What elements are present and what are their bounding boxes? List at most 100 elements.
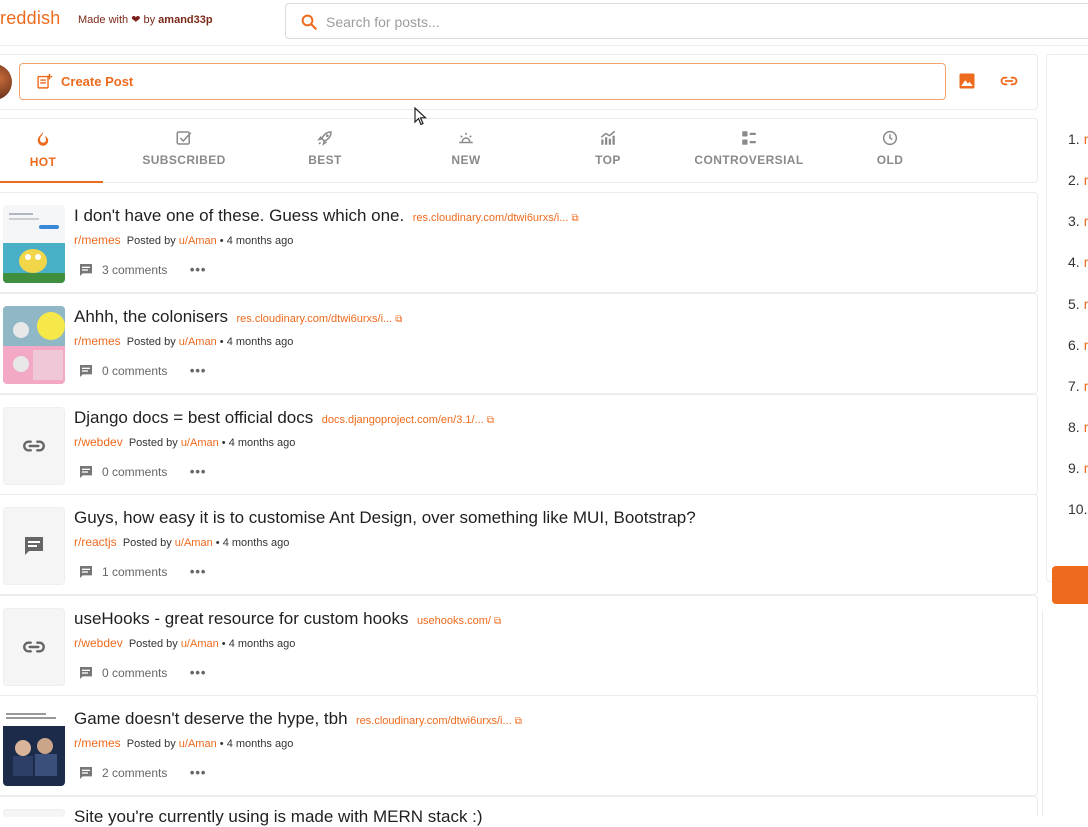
- comments-button[interactable]: 3 comments: [78, 262, 167, 278]
- tab-subscribed[interactable]: SUBSCRIBED: [124, 119, 244, 183]
- tab-top[interactable]: TOP: [548, 119, 668, 183]
- subreddit-link[interactable]: r/webdev: [74, 636, 123, 650]
- post-title[interactable]: Game doesn't deserve the hype, tbh: [74, 709, 348, 728]
- rank-subreddit: r: [1083, 254, 1088, 270]
- comment-icon: [80, 264, 92, 276]
- create-post-button[interactable]: Create Post: [19, 63, 946, 100]
- post-thumbnail[interactable]: [3, 608, 65, 686]
- user-link[interactable]: u/Aman: [179, 738, 217, 750]
- post-title[interactable]: I don't have one of these. Guess which o…: [74, 206, 404, 225]
- post-link-text: docs.djangoproject.com/en/3.1/...: [321, 414, 484, 426]
- image-post-button[interactable]: [957, 71, 977, 91]
- post-title[interactable]: Ahhh, the colonisers: [74, 307, 228, 326]
- meme-image-icon: [3, 708, 65, 786]
- rank-item[interactable]: 9. r: [1068, 460, 1088, 476]
- post-card[interactable]: Ahhh, the colonisers res.cloudinary.com/…: [0, 293, 1038, 394]
- link-icon: [23, 641, 45, 653]
- post-title[interactable]: useHooks - great resource for custom hoo…: [74, 609, 408, 628]
- post-card[interactable]: I don't have one of these. Guess which o…: [0, 192, 1038, 293]
- image-icon: [959, 73, 975, 89]
- more-options-icon[interactable]: •••: [190, 363, 207, 378]
- post-card[interactable]: Site you're currently using is made with…: [0, 796, 1038, 826]
- post-title[interactable]: Django docs = best official docs: [74, 408, 313, 427]
- post-thumbnail[interactable]: [3, 205, 65, 283]
- made-with-credit: Made with ❤ by amand33p: [78, 13, 213, 26]
- rank-item[interactable]: 10.: [1068, 501, 1087, 517]
- post-thumbnail[interactable]: [3, 708, 65, 786]
- author-link[interactable]: amand33p: [158, 14, 212, 26]
- meme-image-icon: [3, 205, 65, 283]
- external-link-icon: ⧉: [395, 314, 403, 325]
- rank-item[interactable]: 6. r: [1068, 337, 1088, 353]
- post-card[interactable]: useHooks - great resource for custom hoo…: [0, 595, 1038, 696]
- post-link[interactable]: res.cloudinary.com/dtwi6urxs/i... ⧉: [413, 212, 579, 224]
- comments-button[interactable]: 0 comments: [78, 363, 167, 379]
- rank-item[interactable]: 5. r: [1068, 296, 1088, 312]
- post-time: 4 months ago: [228, 638, 296, 650]
- sidebar-action-button[interactable]: [1052, 566, 1088, 604]
- link-post-button[interactable]: [998, 71, 1022, 91]
- external-link-icon: ⧉: [514, 716, 522, 727]
- post-title[interactable]: Guys, how easy it is to customise Ant De…: [74, 508, 696, 527]
- post-title-row: Game doesn't deserve the hype, tbh res.c…: [74, 709, 522, 729]
- rank-item[interactable]: 1. r: [1068, 131, 1088, 147]
- comment-icon: [80, 466, 92, 478]
- comments-button[interactable]: 1 comments: [78, 564, 167, 580]
- post-time: 4 months ago: [226, 235, 294, 247]
- rank-item[interactable]: 4. r: [1068, 254, 1088, 270]
- comments-button[interactable]: 0 comments: [78, 665, 167, 681]
- post-title-row: Django docs = best official docs docs.dj…: [74, 408, 494, 428]
- search-bar[interactable]: [285, 3, 1088, 39]
- rank-item[interactable]: 3. r: [1068, 213, 1088, 229]
- post-card[interactable]: Django docs = best official docs docs.dj…: [0, 394, 1038, 495]
- more-options-icon[interactable]: •••: [190, 765, 207, 780]
- post-card[interactable]: Guys, how easy it is to customise Ant De…: [0, 494, 1038, 595]
- tab-new[interactable]: NEW: [406, 119, 526, 183]
- subreddit-link[interactable]: r/reactjs: [74, 535, 117, 549]
- rank-subreddit: r: [1083, 172, 1088, 188]
- rank-item[interactable]: 2. r: [1068, 172, 1088, 188]
- message-icon: [25, 537, 43, 555]
- meme-image-icon: [3, 306, 65, 384]
- more-options-icon[interactable]: •••: [190, 564, 207, 579]
- subreddit-link[interactable]: r/memes: [74, 334, 121, 348]
- user-link[interactable]: u/Aman: [181, 437, 219, 449]
- tab-best[interactable]: BEST: [265, 119, 385, 183]
- user-link[interactable]: u/Aman: [181, 638, 219, 650]
- rank-item[interactable]: 8. r: [1068, 419, 1088, 435]
- comments-count: 0 comments: [102, 465, 168, 479]
- comment-icon: [80, 667, 92, 679]
- subreddit-link[interactable]: r/memes: [74, 233, 121, 247]
- post-thumbnail[interactable]: [3, 507, 65, 585]
- more-options-icon[interactable]: •••: [190, 464, 207, 479]
- search-input[interactable]: [326, 10, 826, 34]
- post-thumbnail[interactable]: [3, 306, 65, 384]
- subreddit-link[interactable]: r/memes: [74, 736, 121, 750]
- meta-separator: •: [221, 638, 226, 650]
- more-options-icon[interactable]: •••: [190, 665, 207, 680]
- app-logo[interactable]: reddish: [0, 8, 60, 29]
- posted-by-label: Posted by: [128, 437, 178, 449]
- user-link[interactable]: u/Aman: [175, 537, 213, 549]
- more-options-icon[interactable]: •••: [190, 262, 207, 277]
- post-card[interactable]: Game doesn't deserve the hype, tbh res.c…: [0, 695, 1038, 796]
- post-link[interactable]: res.cloudinary.com/dtwi6urxs/i... ⧉: [356, 715, 522, 727]
- comments-button[interactable]: 2 comments: [78, 765, 167, 781]
- subreddit-link[interactable]: r/webdev: [74, 435, 123, 449]
- post-link[interactable]: docs.djangoproject.com/en/3.1/... ⧉: [322, 414, 494, 426]
- tab-hot[interactable]: HOT: [0, 119, 103, 183]
- comments-button[interactable]: 0 comments: [78, 464, 167, 480]
- post-meta: r/webdev Posted by u/Aman • 4 months ago: [74, 435, 295, 449]
- user-link[interactable]: u/Aman: [179, 336, 217, 348]
- post-thumbnail[interactable]: [3, 407, 65, 485]
- posted-by-label: Posted by: [126, 738, 176, 750]
- tab-controversial[interactable]: CONTROVERSIAL: [689, 119, 809, 183]
- rank-item[interactable]: 7. r: [1068, 378, 1088, 394]
- post-link[interactable]: res.cloudinary.com/dtwi6urxs/i... ⧉: [237, 313, 403, 325]
- post-link[interactable]: usehooks.com/ ⧉: [417, 615, 501, 627]
- tab-old[interactable]: OLD: [830, 119, 950, 183]
- post-title[interactable]: Site you're currently using is made with…: [74, 807, 483, 826]
- fire-icon: [37, 131, 49, 146]
- user-link[interactable]: u/Aman: [179, 235, 217, 247]
- rank-number: 1.: [1068, 131, 1080, 147]
